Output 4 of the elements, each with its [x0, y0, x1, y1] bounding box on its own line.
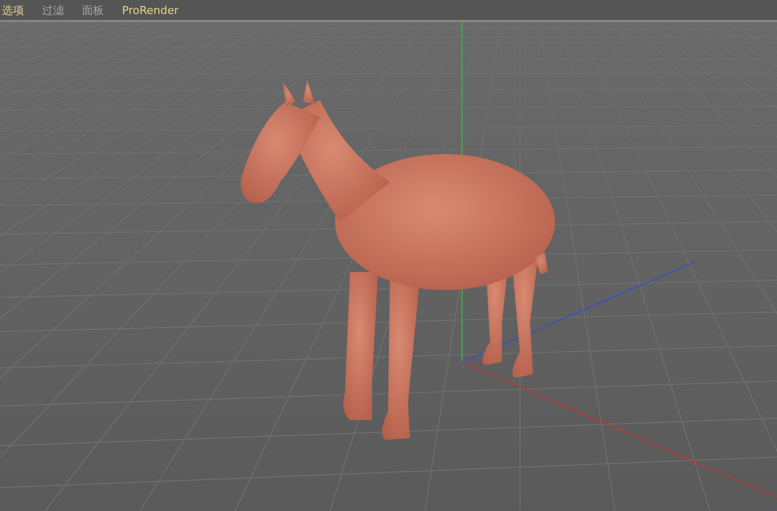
menu-item[interactable]: 选项 [0, 2, 26, 18]
menu-item[interactable]: 面板 [80, 2, 106, 18]
menu-item[interactable]: ProRender [120, 4, 181, 16]
menu-item[interactable]: 过滤 [40, 2, 66, 18]
